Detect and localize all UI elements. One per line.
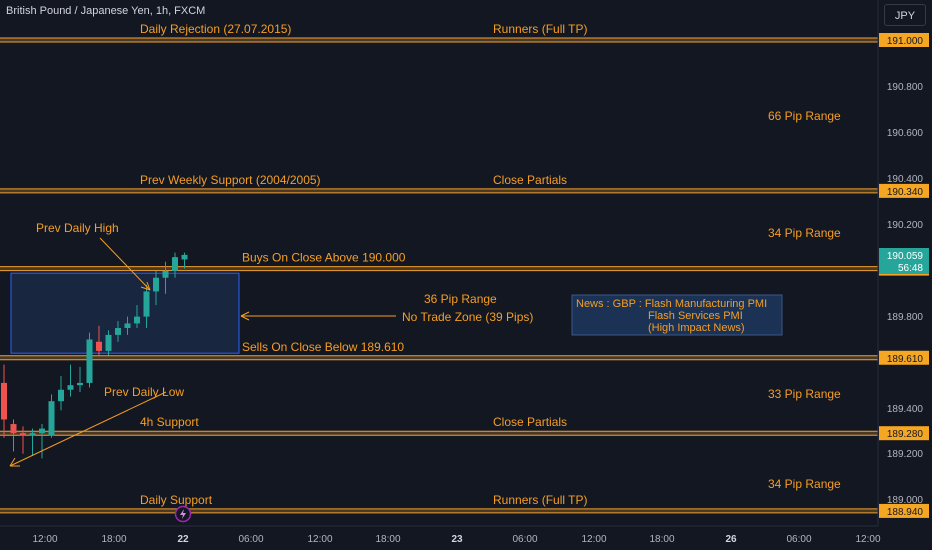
time-tick-label: 12:00	[581, 534, 606, 545]
candle-body	[181, 254, 188, 260]
candle-body	[115, 328, 121, 335]
level-left-label: Buys On Close Above 190.000	[242, 251, 406, 265]
level-band	[0, 266, 878, 271]
time-tick-label: 18:00	[375, 534, 400, 545]
time-tick-label: 26	[725, 534, 737, 545]
level-band	[0, 431, 878, 436]
time-tick-label: 12:00	[32, 534, 57, 545]
price-tick-label: 190.200	[887, 220, 924, 231]
time-tick-label: 23	[451, 534, 463, 545]
candle-body	[1, 382, 7, 420]
last-price-text: 190.059	[887, 251, 924, 262]
candle-body	[39, 428, 45, 434]
level-left-label: Daily Rejection (27.07.2015)	[140, 22, 291, 36]
chart-window[interactable]: Daily Rejection (27.07.2015) Runners (Ful…	[0, 0, 932, 550]
time-tick-label: 06:00	[238, 534, 263, 545]
pip-range-label: 34 Pip Range	[768, 226, 841, 240]
level-right-label: Close Partials	[493, 415, 567, 429]
candle-body	[67, 385, 74, 390]
level-price-badge-text: 188.940	[887, 507, 924, 518]
level-price-badge-text: 190.340	[887, 187, 924, 198]
time-tick-label: 06:00	[512, 534, 537, 545]
level-band	[0, 188, 878, 193]
price-tick-label: 190.600	[887, 128, 924, 139]
time-tick-label: 12:00	[855, 534, 880, 545]
candle-body	[172, 257, 178, 271]
candle-body	[162, 270, 169, 278]
candle-body	[86, 339, 93, 383]
candle-body	[134, 316, 140, 324]
time-tick-label: 22	[177, 534, 189, 545]
pip-range-label: 34 Pip Range	[768, 477, 841, 491]
level-right-label: Runners (Full TP)	[493, 493, 587, 507]
candle-body	[20, 433, 26, 436]
level-price-badge-text: 189.280	[887, 429, 924, 440]
level-left-label: Daily Support	[140, 493, 213, 507]
price-tick-label: 189.800	[887, 312, 924, 323]
price-tick-label: 189.400	[887, 404, 924, 415]
news-line-1: News : GBP : Flash Manufacturing PMI	[576, 298, 767, 310]
symbol-title: British Pound / Japanese Yen, 1h, FXCM	[6, 5, 206, 17]
time-tick-label: 12:00	[307, 534, 332, 545]
level-band	[0, 355, 878, 360]
price-tick-label: 190.400	[887, 174, 924, 185]
level-right-label: Runners (Full TP)	[493, 22, 587, 36]
candle-body	[58, 389, 64, 402]
bar-countdown-text: 56:48	[898, 263, 923, 274]
news-line-2: Flash Services PMI	[648, 310, 743, 322]
candle-body	[10, 424, 17, 434]
candle-body	[143, 291, 150, 317]
candle-body	[153, 277, 159, 292]
level-left-label: Sells On Close Below 189.610	[242, 340, 404, 354]
pip-range-label: 66 Pip Range	[768, 109, 841, 123]
chart-canvas[interactable]: Daily Rejection (27.07.2015) Runners (Ful…	[0, 0, 932, 550]
candle-body	[48, 401, 55, 436]
time-tick-label: 06:00	[786, 534, 811, 545]
prev-daily-low-label: Prev Daily Low	[104, 385, 184, 399]
time-tick-label: 18:00	[101, 534, 126, 545]
price-tick-label: 189.200	[887, 449, 924, 460]
no-trade-zone-label: No Trade Zone (39 Pips)	[402, 310, 533, 324]
level-left-label: 4h Support	[140, 415, 199, 429]
currency-button[interactable]: JPY	[884, 4, 926, 26]
no-trade-zone-box	[10, 272, 240, 354]
zone-range-label: 36 Pip Range	[424, 292, 497, 306]
level-price-badge-text: 191.000	[887, 36, 924, 47]
level-band	[0, 38, 878, 42]
price-tick-label: 190.800	[887, 82, 924, 93]
pip-range-label: 33 Pip Range	[768, 387, 841, 401]
candle-body	[77, 382, 83, 386]
candle-body	[124, 323, 131, 329]
candle-body	[96, 341, 102, 351]
time-axis	[0, 526, 878, 550]
time-tick-label: 18:00	[649, 534, 674, 545]
candle-body	[105, 334, 112, 351]
level-left-label: Prev Weekly Support (2004/2005)	[140, 173, 321, 187]
level-price-badge-text: 189.610	[887, 354, 924, 365]
level-right-label: Close Partials	[493, 173, 567, 187]
news-line-3: (High Impact News)	[648, 322, 745, 334]
level-band	[0, 508, 878, 513]
candle-body	[29, 433, 36, 436]
prev-daily-high-label: Prev Daily High	[36, 221, 119, 235]
